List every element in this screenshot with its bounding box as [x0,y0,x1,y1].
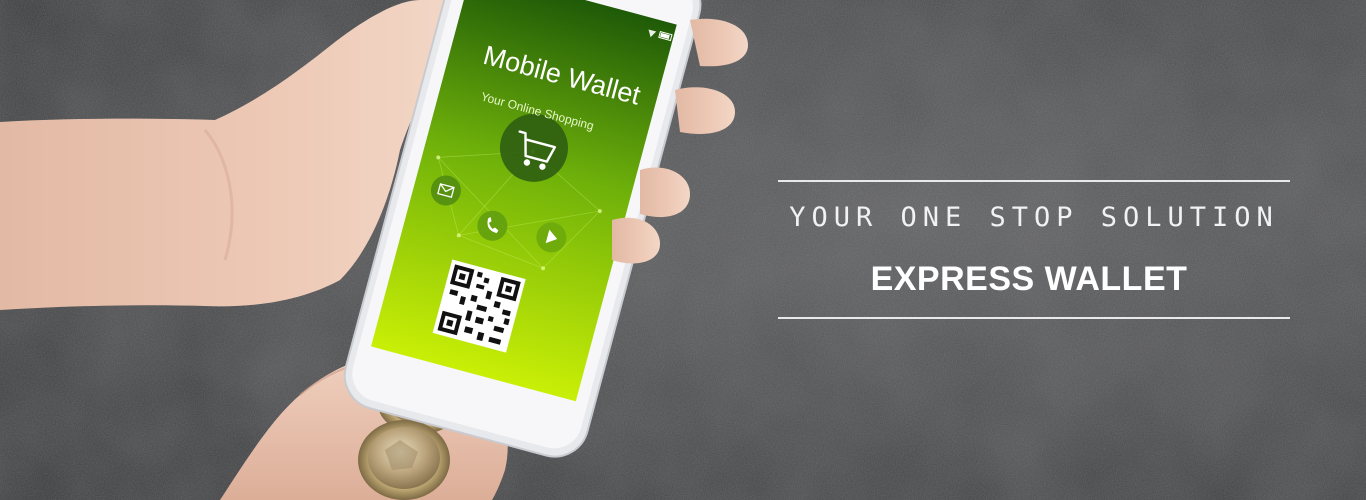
tagline: YOUR ONE STOP SOLUTION [789,202,1279,233]
top-divider [778,180,1290,182]
banner-block: YOUR ONE STOP SOLUTION EXPRESS WALLET [778,180,1290,322]
coin-front [358,420,450,500]
fingers [690,18,748,67]
bottom-divider [778,317,1290,319]
brand-title: EXPRESS WALLET [870,260,1188,298]
hero-banner: Mobile Wallet Your Online Shopping YOUR … [0,0,1366,500]
